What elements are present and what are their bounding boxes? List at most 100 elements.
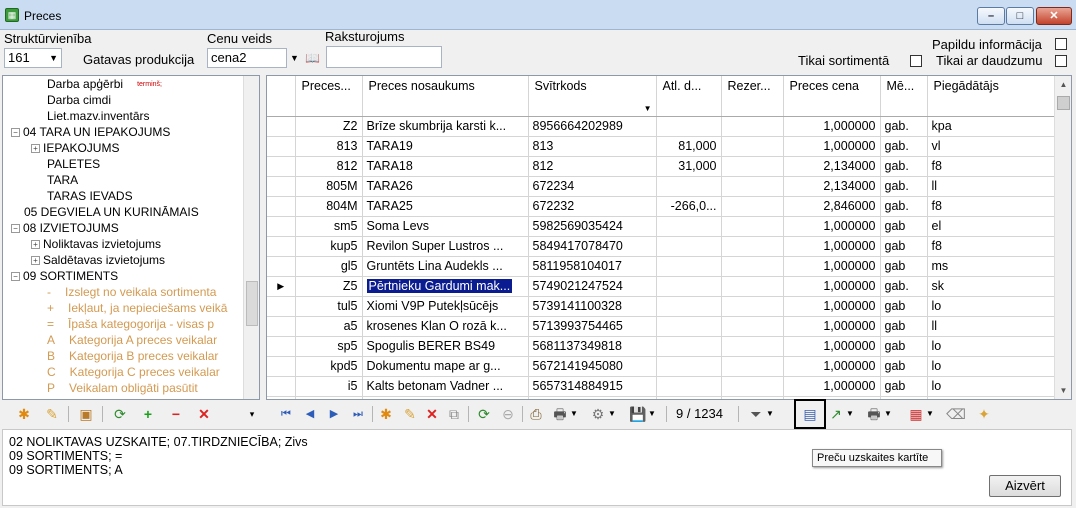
tree-item[interactable]: −04 TARA UN IEPAKOJUMS [11,124,170,140]
tree-item[interactable]: + Noliktavas izvietojums [31,236,161,252]
table-cell[interactable]: f8 [927,156,1056,177]
table-cell[interactable] [721,116,784,137]
tree-item[interactable]: −09 SORTIMENTS [11,268,118,284]
table-cell[interactable]: 804M [295,196,363,217]
table-cell[interactable]: TARA26 [362,176,529,197]
table-cell[interactable]: 5849417078470 [528,236,657,257]
table-cell[interactable]: tul5 [295,296,363,317]
table-cell[interactable] [721,216,784,237]
print-icon[interactable]: 🖶 [550,404,570,424]
table-cell[interactable] [656,276,722,297]
properties-icon[interactable]: ▣ [76,404,96,424]
edit-pencil-icon[interactable]: ✎ [400,404,420,424]
first-record-icon[interactable]: ⏮ [276,404,296,424]
table-cell[interactable]: gab. [880,116,928,137]
table-cell[interactable]: 5657314884915 [528,376,657,397]
book-icon[interactable]: 📖 [305,51,320,65]
table-cell[interactable]: Gruntēts Lina Audekls ... [362,256,529,277]
next-record-icon[interactable]: ▶ [324,404,344,424]
table-cell[interactable]: 1,000000 [783,136,881,157]
table-cell[interactable] [656,116,722,137]
table-cell[interactable]: Kurzemes gaļsaimniek... [362,396,529,399]
table-cell[interactable]: Dokumentu mape ar g... [362,356,529,377]
refresh-icon[interactable]: ⟳ [110,404,130,424]
table-cell[interactable]: gl5 [295,256,363,277]
table-cell[interactable]: 5749021247524 [528,276,657,297]
table-row[interactable]: sm5 Soma Levs 5982569035424 1,000000 gab el [267,216,1056,237]
table-cell[interactable]: 8956664202989 [528,116,657,137]
table-cell[interactable]: a5 [295,316,363,337]
table-cell[interactable]: kpd5 [295,356,363,377]
tree-item[interactable]: P Veikalam obligāti pasūtit [47,380,198,396]
row-indicator[interactable] [267,176,296,197]
table-cell[interactable] [721,336,784,357]
refresh-icon[interactable]: ⟳ [474,404,494,424]
table-cell[interactable]: sm5 [295,216,363,237]
table-cell[interactable]: lo [927,356,1056,377]
struktura-select[interactable]: 161 ▼ [4,48,62,68]
table-cell[interactable]: gab [880,296,928,317]
table-cell[interactable]: 1,000000 [783,296,881,317]
tree-item[interactable]: PALETES [47,156,100,172]
column-header[interactable]: Piegādātājs [927,76,1056,117]
table-cell[interactable]: Pērtnieku Gardumi mak... [362,276,529,297]
table-cell[interactable] [721,356,784,377]
table-cell[interactable] [721,236,784,257]
table-cell[interactable]: Xiomi V9P Putekļsūcējs [362,296,529,317]
table-cell[interactable]: gab [880,316,928,337]
print-icon[interactable]: 🖶 [864,404,884,424]
table-cell[interactable]: f8 [927,236,1056,257]
table-cell[interactable]: 672234 [528,176,657,197]
table-cell[interactable] [656,236,722,257]
table-cell[interactable]: ms [927,256,1056,277]
eraser-icon[interactable]: ⌫ [946,404,966,424]
filter-icon[interactable]: ⏷ [746,404,766,424]
chevron-down-icon[interactable]: ▼ [646,404,658,424]
current-row-arrow-icon[interactable]: ▶ [267,276,296,297]
close-button[interactable]: Aizvērt [989,475,1061,497]
raksturojums-input[interactable] [326,46,442,68]
table-cell[interactable]: i5 [295,376,363,397]
table-cell[interactable]: 1,000000 [783,316,881,337]
gear-icon[interactable]: ⚙ [588,404,608,424]
collapse-icon[interactable]: − [11,128,20,137]
table-cell[interactable] [656,396,722,399]
table-cell[interactable]: gab [880,336,928,357]
delete-icon[interactable]: ✕ [194,404,214,424]
row-indicator[interactable] [267,296,296,317]
magic-wand-icon[interactable]: ✦ [974,404,994,424]
cenu-veids-select[interactable]: cena2 [207,48,287,68]
table-cell[interactable] [721,176,784,197]
table-cell[interactable]: Brīze skumbrija karsti k... [362,116,529,137]
table-cell[interactable]: ll [927,176,1056,197]
table-cell[interactable]: lo [927,376,1056,397]
table-cell[interactable] [656,216,722,237]
table-cell[interactable]: f8 [927,196,1056,217]
table-cell[interactable]: el [927,396,1056,399]
table-row[interactable]: tul5 Xiomi V9P Putekļsūcējs 5739141100328 1… [267,296,1056,317]
table-cell[interactable]: Revilon Super Lustros ... [362,236,529,257]
chevron-down-icon[interactable]: ▼ [924,404,936,424]
table-cell[interactable]: 5739141100328 [528,296,657,317]
row-indicator[interactable] [267,316,296,337]
table-cell[interactable]: 1,000000 [783,276,881,297]
overflow-chevron-icon[interactable]: ▾ [246,404,258,424]
table-cell[interactable]: gab. [880,156,928,177]
table-cell[interactable]: 5982569035424 [528,216,657,237]
table-cell[interactable]: kup5 [295,236,363,257]
preview-icon[interactable]: ⎙ [526,404,546,424]
table-cell[interactable] [656,376,722,397]
grid-scrollbar[interactable]: ▲ ▼ [1054,76,1071,399]
row-indicator[interactable] [267,236,296,257]
table-row[interactable]: kpd5 Dokumentu mape ar g... 5672141945080 1… [267,356,1056,377]
table-cell[interactable] [721,316,784,337]
column-header[interactable]: Svītrkods ▼ [528,76,657,117]
column-header[interactable]: Preces cena [783,76,881,117]
tree-item[interactable]: TARAS IEVADS [47,188,133,204]
edit-pencil-icon[interactable]: ✎ [42,404,62,424]
table-cell[interactable]: 1,000000 [783,356,881,377]
table-row[interactable]: kup5 Revilon Super Lustros ... 58494170784… [267,236,1056,257]
table-cell[interactable] [656,256,722,277]
tree-scroll-thumb[interactable] [246,281,258,326]
table-cell[interactable]: -266,0... [656,196,722,217]
